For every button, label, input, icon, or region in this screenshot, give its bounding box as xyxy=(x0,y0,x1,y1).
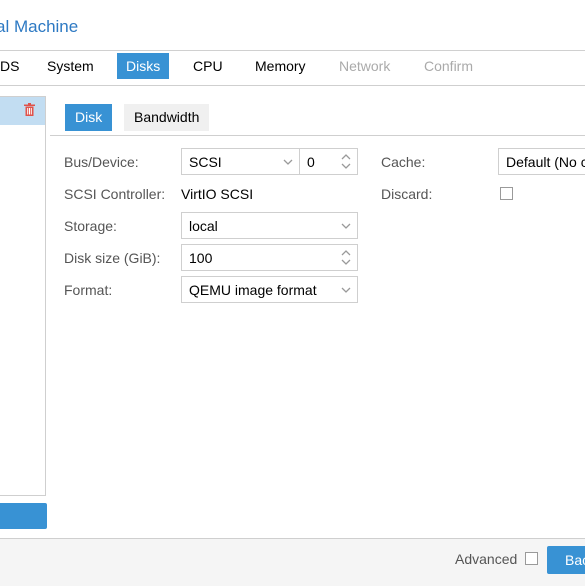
bus-select[interactable]: SCSI xyxy=(181,148,300,175)
spinner-icon[interactable] xyxy=(341,249,351,266)
storage-label: Storage: xyxy=(64,218,117,234)
scsi-controller-label: SCSI Controller: xyxy=(64,186,166,202)
cache-value: Default (No c xyxy=(506,154,585,170)
bus-device-label: Bus/Device: xyxy=(64,154,139,170)
spinner-icon[interactable] xyxy=(341,153,351,170)
window-title: al Machine xyxy=(0,17,79,36)
tab-disk[interactable]: Disk xyxy=(65,104,113,131)
subtab-bar-divider xyxy=(50,135,585,136)
device-number-stepper[interactable]: 0 xyxy=(299,148,358,175)
disk-list-item-selected[interactable] xyxy=(0,97,45,125)
disk-list xyxy=(0,96,46,496)
tab-network: Network xyxy=(339,58,391,74)
next-button-label: Bac xyxy=(565,552,585,568)
bus-value: SCSI xyxy=(189,154,222,170)
chevron-down-icon xyxy=(283,159,293,165)
tab-disks[interactable]: Disks xyxy=(117,53,170,79)
format-value: QEMU image format xyxy=(189,282,317,298)
advanced-label: Advanced xyxy=(455,551,518,567)
format-select[interactable]: QEMU image format xyxy=(181,276,358,303)
window-titlebar xyxy=(0,0,585,51)
tab-os[interactable]: DS xyxy=(0,53,28,79)
storage-value: local xyxy=(189,218,218,234)
disk-size-stepper[interactable]: 100 xyxy=(181,244,358,271)
tab-memory[interactable]: Memory xyxy=(246,53,315,79)
disk-size-label: Disk size (GiB): xyxy=(64,250,161,266)
device-number-value: 0 xyxy=(307,154,315,170)
chevron-down-icon xyxy=(341,223,351,229)
trash-icon[interactable] xyxy=(24,103,35,116)
tab-system[interactable]: System xyxy=(38,53,103,79)
next-button[interactable]: Bac xyxy=(547,546,585,574)
chevron-down-icon xyxy=(341,287,351,293)
discard-label: Discard: xyxy=(381,186,433,202)
format-label: Format: xyxy=(64,282,113,298)
storage-select[interactable]: local xyxy=(181,212,358,239)
scsi-controller-value: VirtIO SCSI xyxy=(181,186,254,202)
tab-confirm: Confirm xyxy=(424,58,474,74)
tab-bandwidth[interactable]: Bandwidth xyxy=(124,104,210,131)
advanced-checkbox[interactable] xyxy=(525,552,538,565)
cache-select[interactable]: Default (No c xyxy=(498,148,585,175)
cache-label: Cache: xyxy=(381,154,426,170)
tab-cpu[interactable]: CPU xyxy=(184,53,232,79)
add-disk-button[interactable] xyxy=(0,503,47,529)
discard-checkbox[interactable] xyxy=(500,187,513,200)
disk-size-value: 100 xyxy=(189,250,213,266)
